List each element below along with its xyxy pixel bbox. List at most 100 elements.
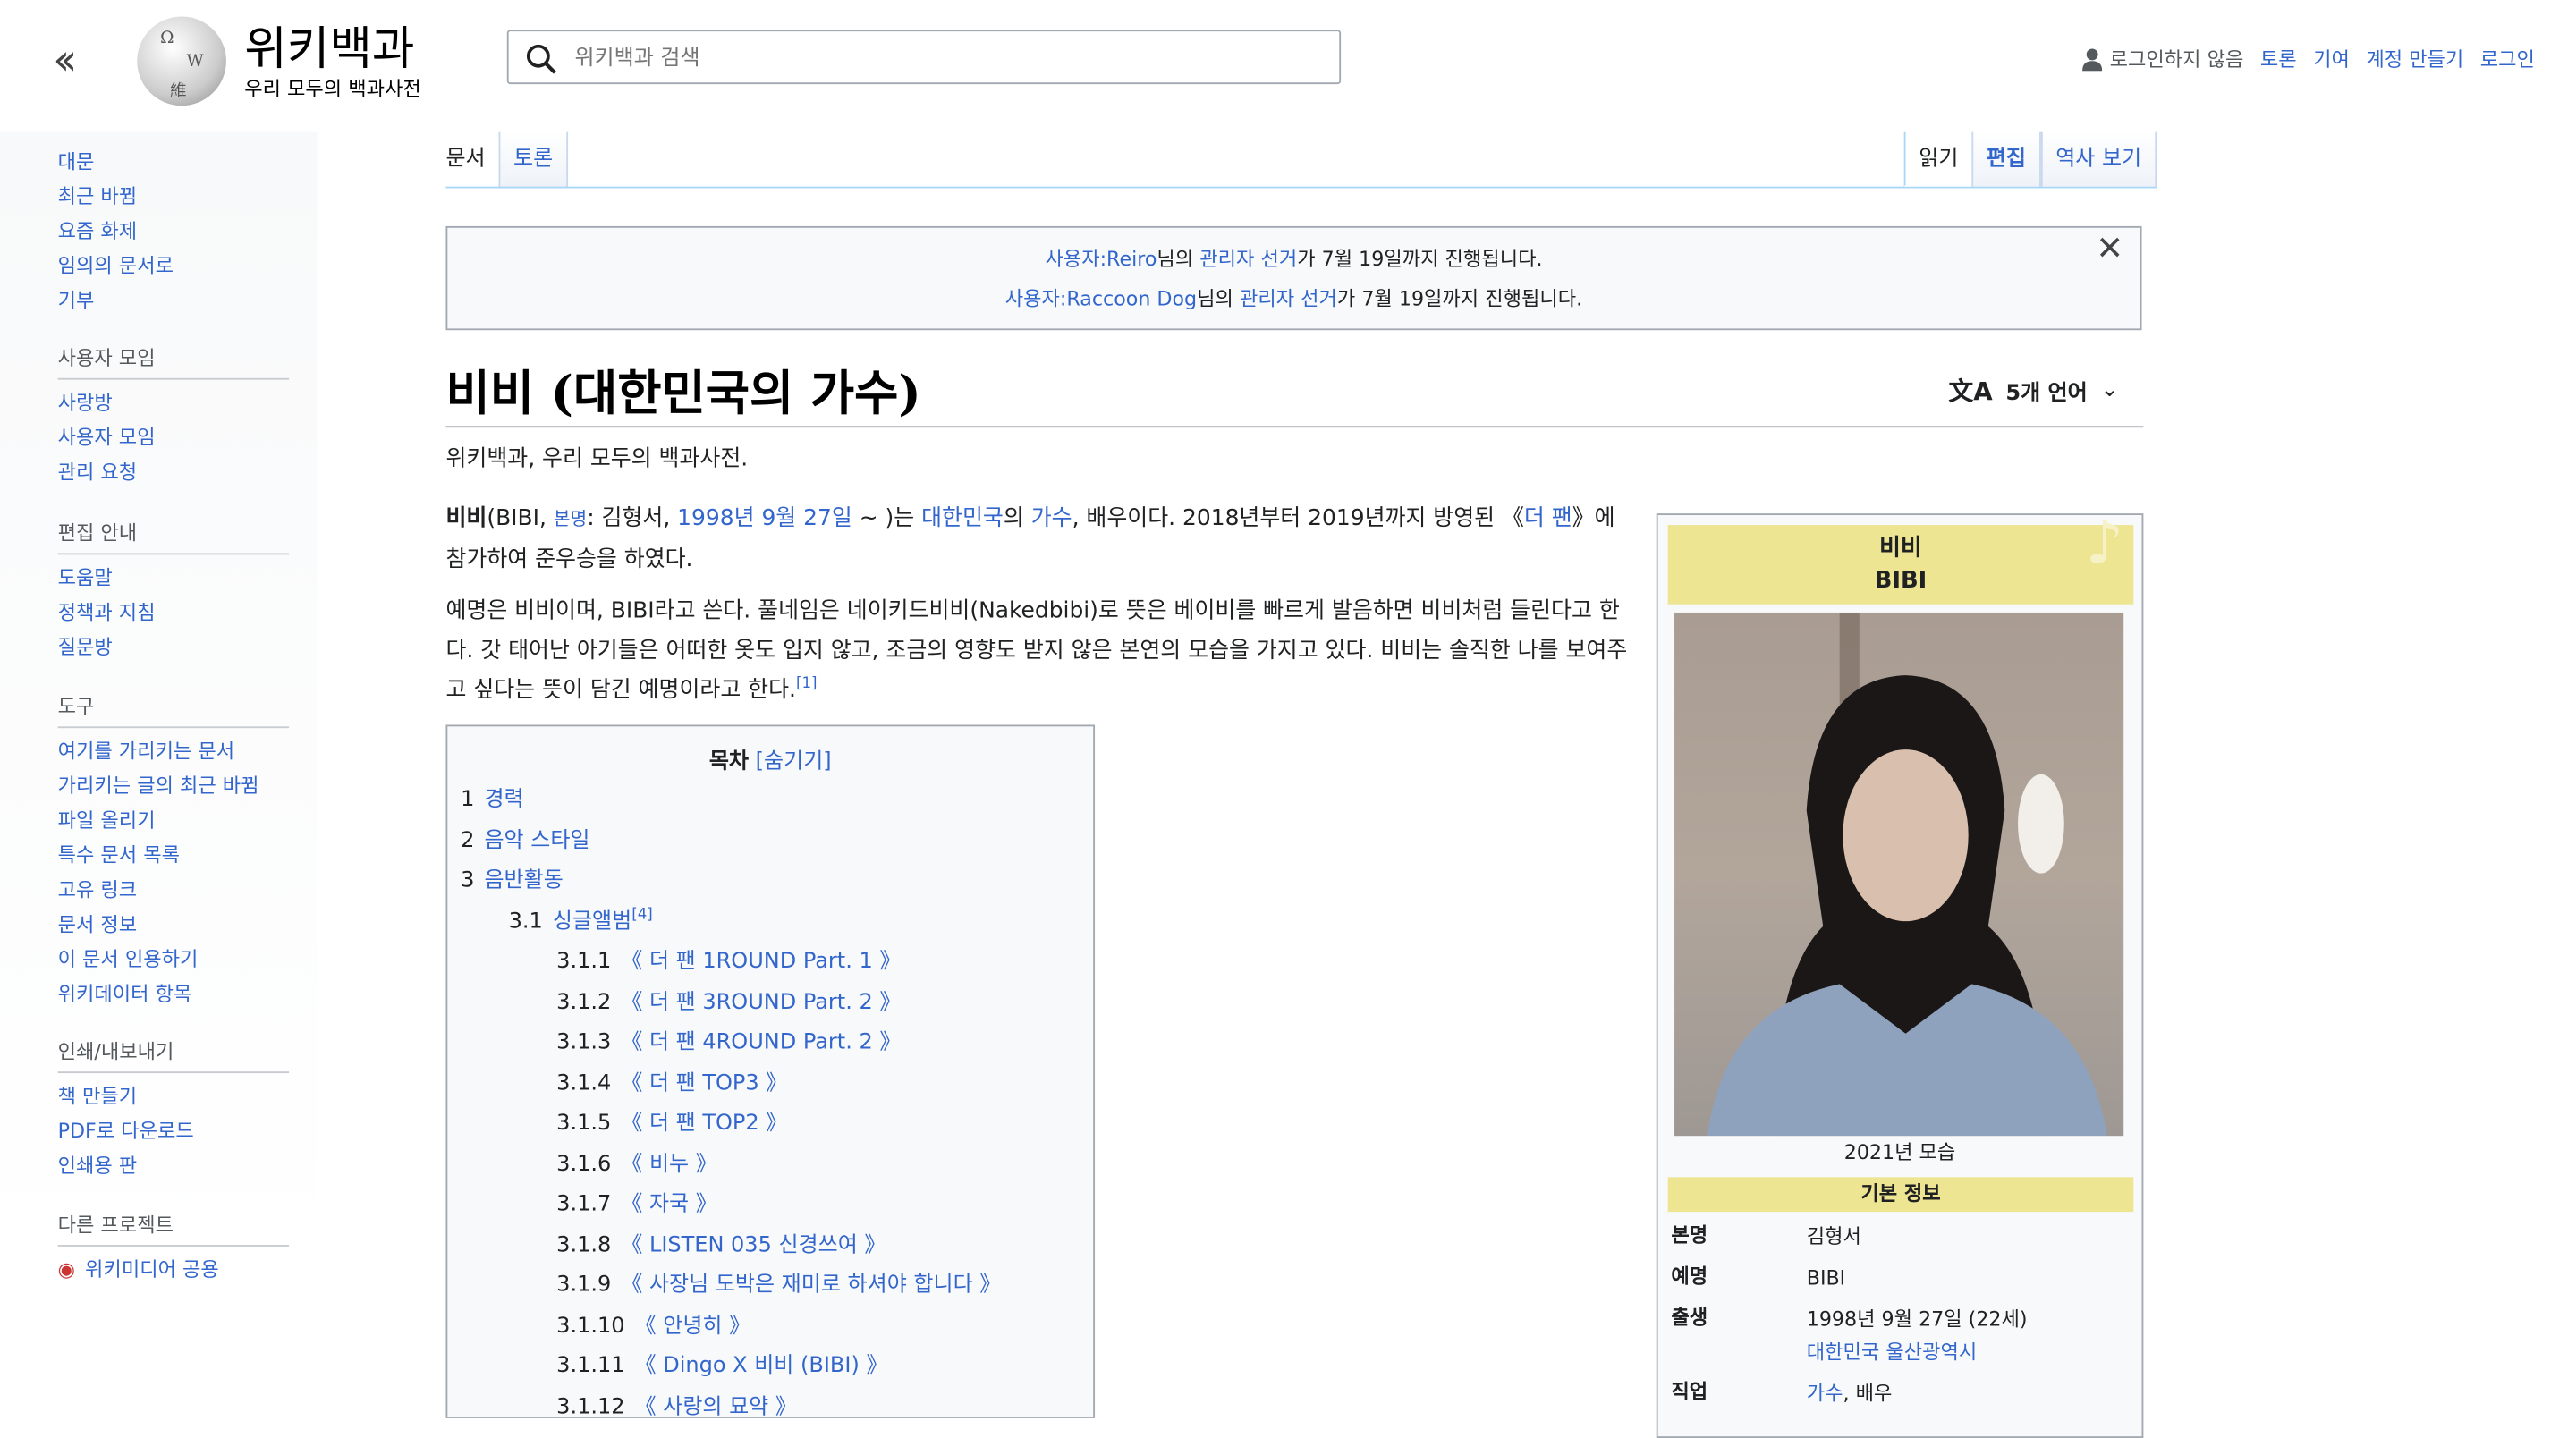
toc-item[interactable]: 3.1.3 《 더 팬 4ROUND Part. 2 》 <box>447 1024 1093 1064</box>
login-link[interactable]: 로그인 <box>2480 45 2535 72</box>
toc-link[interactable]: 《 더 팬 3ROUND Part. 2 》 <box>621 990 901 1015</box>
birthdate-link[interactable]: 1998년 9월 27일 <box>677 505 852 532</box>
user-link[interactable]: 사용자:Raccoon Dog <box>1005 287 1197 310</box>
infobox-photo[interactable] <box>1674 612 2124 1137</box>
toc-toggle[interactable]: [숨기기] <box>756 749 832 774</box>
toc-item[interactable]: 3.1.10 《 안녕히 》 <box>447 1307 1093 1347</box>
toc-item[interactable]: 1 경력 <box>447 781 1093 821</box>
tab-talk[interactable]: 토론 <box>498 131 568 187</box>
toc-item[interactable]: 3.1.4 《 더 팬 TOP3 》 <box>447 1064 1093 1104</box>
sidebar-item[interactable]: 정책과 지침 <box>58 596 289 630</box>
music-note-icon: ♪ <box>2085 510 2124 579</box>
sidebar-item[interactable]: 관리 요청 <box>58 456 289 491</box>
realname-link[interactable]: 본명 <box>554 509 587 530</box>
create-account-link[interactable]: 계정 만들기 <box>2366 45 2463 72</box>
sidebar-item[interactable]: 사용자 모임 <box>58 421 289 456</box>
tab-edit[interactable]: 편집 <box>1971 131 2041 187</box>
toc-link[interactable]: 《 Dingo X 비비 (BIBI) 》 <box>635 1354 888 1379</box>
toc-link[interactable]: 경력 <box>484 788 523 813</box>
sidebar-item[interactable]: 특수 문서 목록 <box>58 839 289 874</box>
reference-link[interactable]: [4] <box>631 907 653 923</box>
toc-item[interactable]: 3.1.11 《 Dingo X 비비 (BIBI) 》 <box>447 1347 1093 1387</box>
toc-number: 3.1.4 <box>556 1070 612 1095</box>
toc-item[interactable]: 3.1.7 《 자국 》 <box>447 1186 1093 1226</box>
sidebar-item-recent-changes[interactable]: 최근 바뀜 <box>58 180 174 215</box>
sidebar-item[interactable]: 도움말 <box>58 562 289 596</box>
show-link[interactable]: 더 팬 <box>1524 505 1572 532</box>
translate-icon: 文A <box>1948 376 1993 407</box>
sidebar-item-random[interactable]: 임의의 문서로 <box>58 250 174 284</box>
toc-link[interactable]: 《 더 팬 4ROUND Part. 2 》 <box>621 1030 901 1055</box>
tab-article[interactable]: 문서 <box>445 132 498 187</box>
toc-link[interactable]: 《 LISTEN 035 신경쓰여 》 <box>621 1232 886 1257</box>
collapse-sidebar-button[interactable]: ‹‹ <box>53 37 77 86</box>
sidebar-item[interactable]: 파일 올리기 <box>58 804 289 839</box>
sidebar-item[interactable]: 가리키는 글의 최근 바뀜 <box>58 769 289 804</box>
search-icon <box>526 44 556 74</box>
toc-link[interactable]: 《 사장님 도박은 재미로 하셔야 합니다 》 <box>621 1273 1001 1298</box>
singer-link[interactable]: 가수 <box>1807 1382 1843 1405</box>
toc-number: 2 <box>461 827 475 853</box>
toc-link[interactable]: 《 비누 》 <box>621 1152 716 1177</box>
sidebar-item[interactable]: PDF로 다운로드 <box>58 1114 289 1149</box>
toc-item[interactable]: 2 음악 스타일 <box>447 821 1093 861</box>
toc-number: 3 <box>461 868 475 893</box>
toc-link[interactable]: 《 자국 》 <box>621 1192 716 1217</box>
singer-link[interactable]: 가수 <box>1031 505 1072 532</box>
toc-link[interactable]: 싱글앨범 <box>553 909 631 934</box>
election-link[interactable]: 관리자 선거 <box>1199 248 1297 271</box>
wikipedia-globe-logo[interactable]: ΩW維 <box>137 16 226 106</box>
sidebar-item-current-events[interactable]: 요즘 화제 <box>58 215 174 250</box>
sidebar-item[interactable]: 질문방 <box>58 630 289 665</box>
toc-item[interactable]: 3 음반활동 <box>447 862 1093 902</box>
country-link[interactable]: 대한민국 <box>921 505 1004 532</box>
sidebar-item[interactable]: 사랑방 <box>58 386 289 421</box>
toc-link[interactable]: 《 더 팬 TOP2 》 <box>621 1111 787 1136</box>
toc-link[interactable]: 《 안녕히 》 <box>635 1314 751 1339</box>
notice-text: 가 7월 19일까지 진행됩니다. <box>1336 287 1583 311</box>
tab-history[interactable]: 역사 보기 <box>2040 131 2157 187</box>
contributions-link[interactable]: 기여 <box>2313 45 2350 72</box>
notice-line: 사용자:Reiro님의 관리자 선거가 7월 19일까지 진행됩니다. <box>447 240 2140 279</box>
toc-item[interactable]: 3.1.6 《 비누 》 <box>447 1145 1093 1185</box>
article-body: 비비(BIBI, 본명: 김형서, 1998년 9월 27일 ~ )는 대한민국… <box>445 499 1631 722</box>
sidebar-item-commons[interactable]: ◉ 위키미디어 공용 <box>58 1253 289 1288</box>
sidebar-item-donate[interactable]: 기부 <box>58 284 174 319</box>
language-button[interactable]: 文A 5개 언어 ⌄ <box>1949 373 2119 408</box>
sidebar-item[interactable]: 인쇄용 판 <box>58 1149 289 1184</box>
toc-item[interactable]: 3.1 싱글앨범[4] <box>447 902 1093 943</box>
toc-item[interactable]: 3.1.2 《 더 팬 3ROUND Part. 2 》 <box>447 983 1093 1023</box>
toc-link[interactable]: 《 더 팬 TOP3 》 <box>621 1070 787 1095</box>
toc-item[interactable]: 3.1.9 《 사장님 도박은 재미로 하셔야 합니다 》 <box>447 1266 1093 1307</box>
toc-number: 3.1.1 <box>556 949 612 975</box>
toc-link[interactable]: 음반활동 <box>484 868 563 893</box>
sidebar-item[interactable]: 위키데이터 항목 <box>58 977 289 1012</box>
toc-link[interactable]: 《 사랑의 묘약 》 <box>635 1394 797 1419</box>
sidebar-item[interactable]: 문서 정보 <box>58 908 289 943</box>
sidebar-item[interactable]: 고유 링크 <box>58 874 289 909</box>
sidebar-item[interactable]: 이 문서 인용하기 <box>58 943 289 977</box>
notice-text: 님의 <box>1197 287 1240 311</box>
search-input[interactable] <box>571 31 1305 87</box>
toc-link[interactable]: 음악 스타일 <box>484 828 589 853</box>
toc-item[interactable]: 3.1.12 《 사랑의 묘약 》 <box>447 1388 1093 1428</box>
infobox-name-en: BIBI <box>1874 568 1928 595</box>
user-link[interactable]: 사용자:Reiro <box>1045 248 1157 271</box>
site-title[interactable]: 위키백과 <box>244 13 414 80</box>
birthplace-link[interactable]: 대한민국 울산광역시 <box>1807 1341 1978 1364</box>
talk-link[interactable]: 토론 <box>2260 45 2297 72</box>
toc-item[interactable]: 3.1.8 《 LISTEN 035 신경쓰여 》 <box>447 1226 1093 1266</box>
toc-item[interactable]: 3.1.1 《 더 팬 1ROUND Part. 1 》 <box>447 943 1093 983</box>
tab-read[interactable]: 읽기 <box>1903 131 1972 187</box>
search-box[interactable] <box>506 30 1342 87</box>
toc-item[interactable]: 3.1.5 《 더 팬 TOP2 》 <box>447 1104 1093 1145</box>
sidebar-item[interactable]: 여기를 가리키는 문서 <box>58 735 289 770</box>
reference-link[interactable]: [1] <box>796 676 818 692</box>
infobox-section-title: 기본 정보 <box>1667 1177 2134 1213</box>
sidebar-item-main-page[interactable]: 대문 <box>58 145 174 180</box>
toc-link[interactable]: 《 더 팬 1ROUND Part. 1 》 <box>621 950 901 975</box>
sidebar-item[interactable]: 책 만들기 <box>58 1079 289 1114</box>
notice-text: 가 7월 19일까지 진행됩니다. <box>1297 247 1543 271</box>
close-icon[interactable]: ✕ <box>2096 228 2123 267</box>
election-link[interactable]: 관리자 선거 <box>1240 287 1337 310</box>
